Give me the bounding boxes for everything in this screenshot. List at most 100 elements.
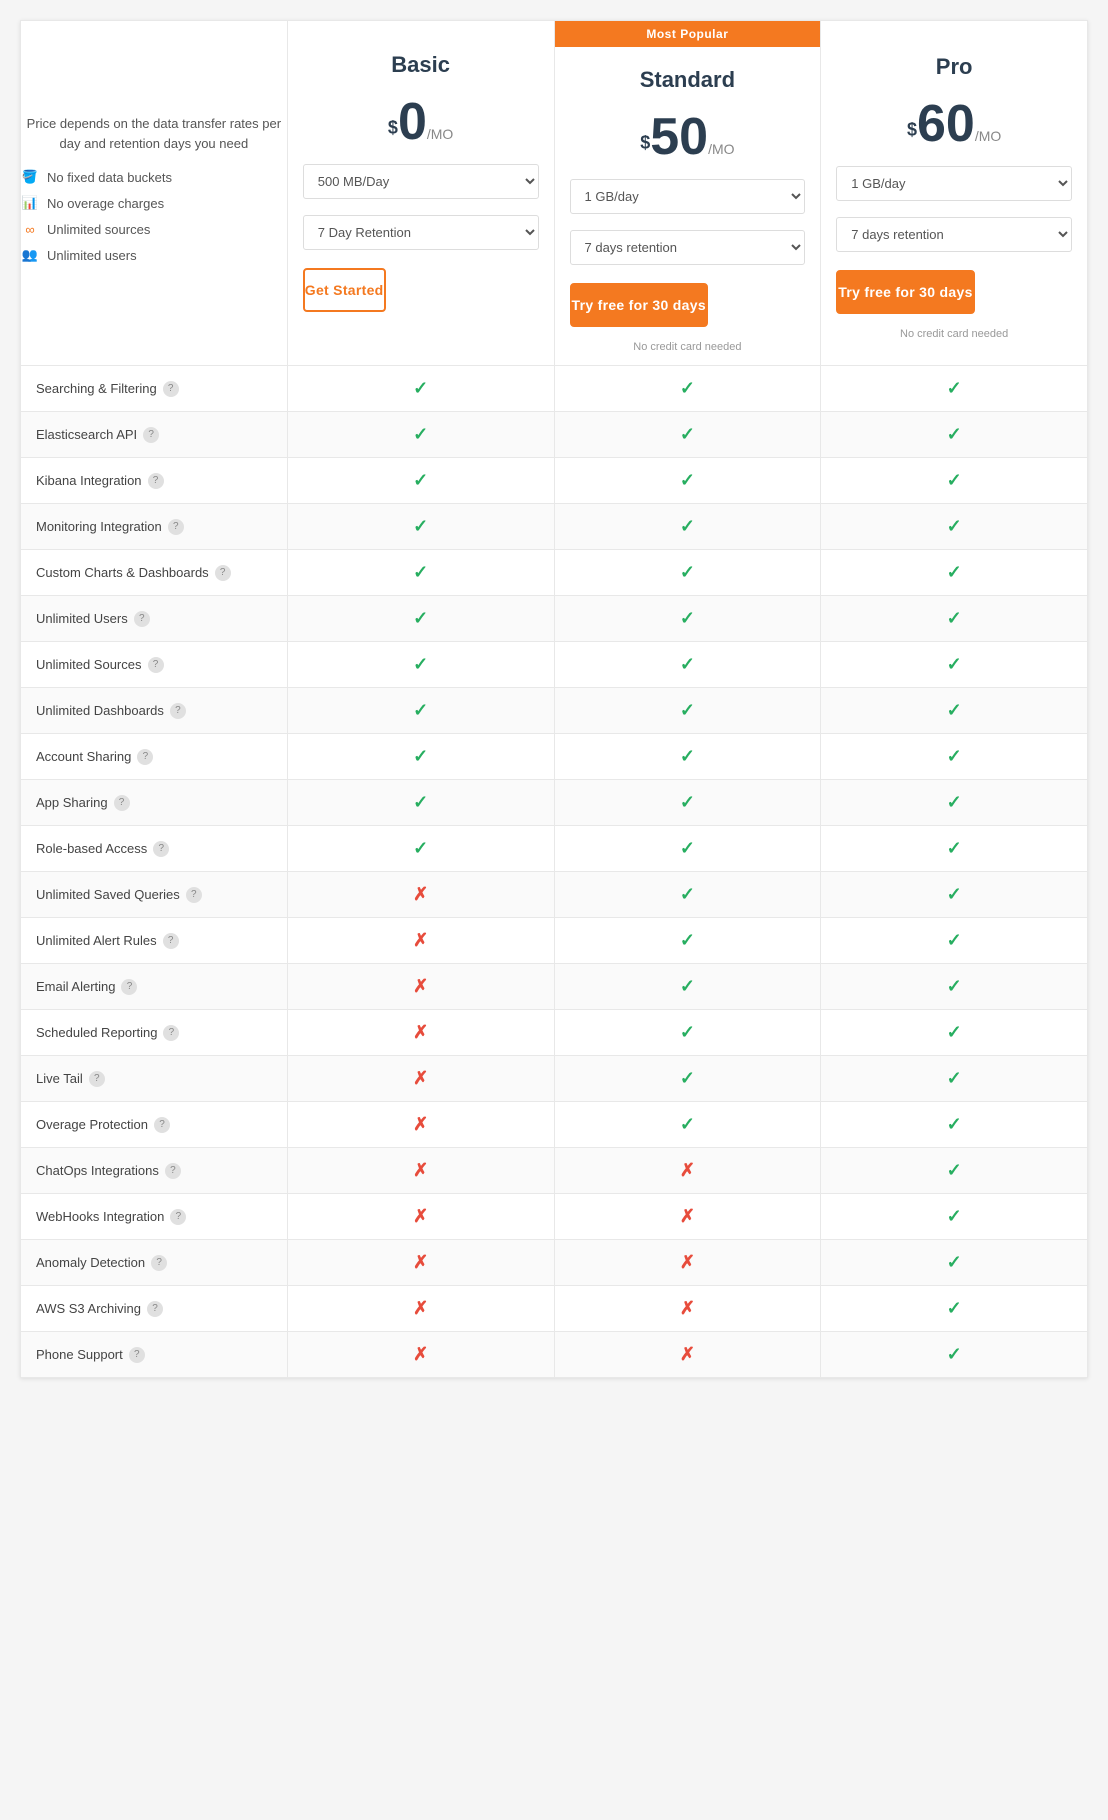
feature-label-cell: Kibana Integration ? xyxy=(21,458,288,504)
feature-label-cell: Searching & Filtering ? xyxy=(21,366,288,412)
help-icon[interactable]: ? xyxy=(148,657,164,673)
basic-data-select[interactable]: 500 MB/Day 1 GB/Day 2 GB/Day 5 GB/Day xyxy=(303,164,539,199)
check-icon: ✓ xyxy=(947,1298,962,1318)
pro-price-mo: /MO xyxy=(975,128,1001,144)
check-icon: ✓ xyxy=(680,608,695,628)
help-icon[interactable]: ? xyxy=(215,565,231,581)
standard-price-block: $50/MO xyxy=(555,103,821,171)
check-icon: ✓ xyxy=(680,654,695,674)
feature-label: Searching & Filtering ? xyxy=(21,369,287,409)
basic-plan-name: Basic xyxy=(288,32,554,88)
feature-row: Custom Charts & Dashboards ? ✓ ✓ ✓ xyxy=(21,550,1088,596)
feature-label-cell: Unlimited Alert Rules ? xyxy=(21,918,288,964)
basic-feature-cell: ✓ xyxy=(287,642,554,688)
help-icon[interactable]: ? xyxy=(165,1163,181,1179)
help-icon[interactable]: ? xyxy=(129,1347,145,1363)
pro-retention-select[interactable]: 7 days retention 14 days retention 30 da… xyxy=(836,217,1072,252)
check-icon: ✓ xyxy=(680,746,695,766)
pro-feature-cell: ✓ xyxy=(821,918,1088,964)
feature-row: WebHooks Integration ? ✗ ✗ ✓ xyxy=(21,1194,1088,1240)
help-icon[interactable]: ? xyxy=(163,381,179,397)
feature-label: Anomaly Detection ? xyxy=(21,1243,287,1283)
check-icon: ✓ xyxy=(680,700,695,720)
check-icon: ✓ xyxy=(413,700,428,720)
feature-row: Overage Protection ? ✗ ✓ ✓ xyxy=(21,1102,1088,1148)
check-icon: ✓ xyxy=(413,562,428,582)
feature-label-cell: App Sharing ? xyxy=(21,780,288,826)
pro-retention-dropdown-block[interactable]: 7 days retention 14 days retention 30 da… xyxy=(821,209,1087,260)
feature-row: Unlimited Alert Rules ? ✗ ✓ ✓ xyxy=(21,918,1088,964)
feature-label: Kibana Integration ? xyxy=(21,461,287,501)
help-icon[interactable]: ? xyxy=(151,1255,167,1271)
check-icon: ✓ xyxy=(947,976,962,996)
standard-cta-button[interactable]: Try free for 30 days xyxy=(570,283,708,327)
pro-feature-cell: ✓ xyxy=(821,1148,1088,1194)
check-icon: ✓ xyxy=(947,1068,962,1088)
feature-label: Elasticsearch API ? xyxy=(21,415,287,455)
pro-feature-cell: ✓ xyxy=(821,826,1088,872)
pro-data-select[interactable]: 1 GB/day 2 GB/day 5 GB/day xyxy=(836,166,1072,201)
help-icon[interactable]: ? xyxy=(154,1117,170,1133)
basic-data-dropdown-block[interactable]: 500 MB/Day 1 GB/Day 2 GB/Day 5 GB/Day xyxy=(288,156,554,207)
feature-label-cell: ChatOps Integrations ? xyxy=(21,1148,288,1194)
standard-feature-cell: ✓ xyxy=(554,412,821,458)
pro-data-dropdown-block[interactable]: 1 GB/day 2 GB/day 5 GB/day xyxy=(821,158,1087,209)
standard-data-select[interactable]: 1 GB/day 2 GB/day 5 GB/day xyxy=(570,179,806,214)
feature-name: Role-based Access xyxy=(36,841,147,856)
standard-feature-cell: ✓ xyxy=(554,826,821,872)
help-icon[interactable]: ? xyxy=(143,427,159,443)
basic-retention-select[interactable]: 7 Day Retention 14 Day Retention 30 Day … xyxy=(303,215,539,250)
check-icon: ✓ xyxy=(413,470,428,490)
most-popular-badge: Most Popular xyxy=(555,21,821,47)
feature-row: Role-based Access ? ✓ ✓ ✓ xyxy=(21,826,1088,872)
pro-price-dollar: $ xyxy=(907,119,917,139)
standard-retention-select[interactable]: 7 days retention 14 days retention 30 da… xyxy=(570,230,806,265)
feature-label: Phone Support ? xyxy=(21,1335,287,1375)
help-icon[interactable]: ? xyxy=(137,749,153,765)
standard-feature-cell: ✓ xyxy=(554,688,821,734)
standard-price-amount: 50 xyxy=(650,108,708,166)
help-icon[interactable]: ? xyxy=(134,611,150,627)
standard-data-dropdown-block[interactable]: 1 GB/day 2 GB/day 5 GB/day xyxy=(555,171,821,222)
standard-feature-cell: ✓ xyxy=(554,504,821,550)
pro-plan-column: Pro $60/MO 1 GB/day 2 GB/day 5 GB/day 7 … xyxy=(821,21,1088,366)
basic-feature-cell: ✓ xyxy=(287,826,554,872)
basic-retention-dropdown-block[interactable]: 7 Day Retention 14 Day Retention 30 Day … xyxy=(288,207,554,258)
feature-label: Unlimited Users ? xyxy=(21,599,287,639)
pro-feature-cell: ✓ xyxy=(821,366,1088,412)
help-icon[interactable]: ? xyxy=(89,1071,105,1087)
cross-icon: ✗ xyxy=(413,1022,428,1042)
help-icon[interactable]: ? xyxy=(121,979,137,995)
feature-row: Anomaly Detection ? ✗ ✗ ✓ xyxy=(21,1240,1088,1286)
feature-label-cell: Anomaly Detection ? xyxy=(21,1240,288,1286)
feature-label: Unlimited Alert Rules ? xyxy=(21,921,287,961)
bullet-unlimited-users: 👥 Unlimited users xyxy=(21,246,287,264)
help-icon[interactable]: ? xyxy=(186,887,202,903)
feature-name: Scheduled Reporting xyxy=(36,1025,157,1040)
basic-feature-cell: ✓ xyxy=(287,458,554,504)
help-icon[interactable]: ? xyxy=(114,795,130,811)
feature-label: App Sharing ? xyxy=(21,783,287,823)
help-icon[interactable]: ? xyxy=(163,933,179,949)
standard-feature-cell: ✓ xyxy=(554,734,821,780)
feature-label-cell: Email Alerting ? xyxy=(21,964,288,1010)
help-icon[interactable]: ? xyxy=(170,1209,186,1225)
help-icon[interactable]: ? xyxy=(148,473,164,489)
feature-row: Searching & Filtering ? ✓ ✓ ✓ xyxy=(21,366,1088,412)
help-icon[interactable]: ? xyxy=(168,519,184,535)
basic-price-mo: /MO xyxy=(427,126,453,142)
check-icon: ✓ xyxy=(947,838,962,858)
help-icon[interactable]: ? xyxy=(163,1025,179,1041)
basic-cta-button[interactable]: Get Started xyxy=(303,268,386,312)
feature-name: ChatOps Integrations xyxy=(36,1163,159,1178)
help-icon[interactable]: ? xyxy=(153,841,169,857)
basic-feature-cell: ✗ xyxy=(287,1056,554,1102)
pro-cta-button[interactable]: Try free for 30 days xyxy=(836,270,974,314)
feature-label-cell: Unlimited Users ? xyxy=(21,596,288,642)
help-icon[interactable]: ? xyxy=(147,1301,163,1317)
standard-feature-cell: ✓ xyxy=(554,642,821,688)
standard-retention-dropdown-block[interactable]: 7 days retention 14 days retention 30 da… xyxy=(555,222,821,273)
help-icon[interactable]: ? xyxy=(170,703,186,719)
check-icon: ✓ xyxy=(680,884,695,904)
standard-feature-cell: ✗ xyxy=(554,1240,821,1286)
